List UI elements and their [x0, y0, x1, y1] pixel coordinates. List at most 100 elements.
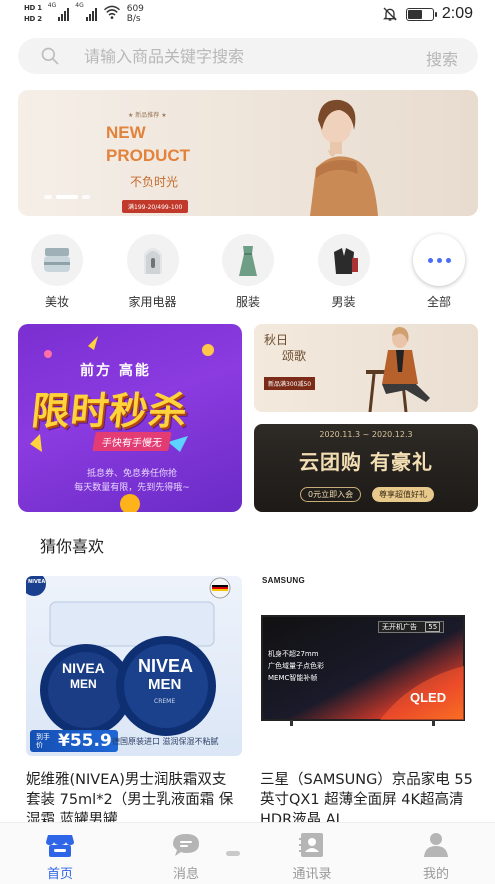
- product-image-nivea[interactable]: NIVEA NIVEA MEN NIVEA MEN CREME 到手价 ¥55.…: [26, 576, 242, 756]
- category-row: 美妆 家用电器 服装 男装 全部: [18, 234, 478, 314]
- banner-dot-active[interactable]: [56, 195, 78, 199]
- sim1-label: HD 1: [24, 4, 42, 12]
- nav-profile[interactable]: 我的: [396, 831, 476, 882]
- group-buy-card[interactable]: 2020.11.3 ~ 2020.12.3 云团购 有豪礼 0元立即入会 尊享超…: [254, 424, 478, 512]
- more-dots-icon: [413, 234, 465, 286]
- nav-contacts[interactable]: 通讯录: [272, 831, 352, 882]
- flash-foot-line2: 每天数量有限，先到先得哦~: [74, 483, 190, 493]
- network-speed: 609 B/s: [127, 4, 144, 24]
- speed-value: 609: [126, 4, 144, 14]
- category-label: 美妆: [44, 295, 69, 309]
- appliance-icon: [126, 234, 179, 286]
- status-bar: HD 1 HD 2 4G 4G 609 B/s 2:09: [0, 0, 495, 30]
- autumn-line2: 颂歌: [282, 349, 307, 363]
- autumn-promo-card[interactable]: 秋日 颂歌 新品满300减50: [254, 324, 478, 412]
- nivea-logo: NIVEA: [28, 579, 46, 585]
- bottom-nav: 首页 消息 通讯录 我的: [0, 822, 495, 884]
- autumn-line1: 秋日: [264, 333, 289, 347]
- flash-title: 限时秒杀: [29, 389, 190, 433]
- category-all[interactable]: 全部: [400, 234, 478, 314]
- section-title-guess-you-like: 猜你喜欢: [40, 537, 105, 556]
- tv-features: 机身不超27mm 广色域量子点色彩 MEMC智能补帧: [268, 648, 324, 684]
- category-label: 家用电器: [128, 295, 177, 309]
- product-image-samsung[interactable]: SAMSUNG 无开机广告 55 机身不超27mm 广色域量子点色彩 MEMC智…: [260, 576, 476, 756]
- category-label: 服装: [235, 295, 260, 309]
- autumn-badge: 新品满300减50: [264, 377, 316, 390]
- search-input[interactable]: [84, 38, 404, 74]
- flash-footnote: 抵息券、免息券任你抢 每天数量有限，先到先得哦~: [62, 467, 202, 495]
- enjoy-gift-button[interactable]: 尊享超值好礼: [372, 487, 434, 502]
- banner-price-tag: 满199-20/499-100: [122, 200, 189, 213]
- category-clothing[interactable]: 服装: [209, 234, 287, 314]
- flash-foot-line1: 抵息券、免息券任你抢: [86, 469, 177, 479]
- banner-pagination: [44, 195, 90, 199]
- tv-feature-1: 机身不超27mm: [268, 650, 319, 658]
- dress-icon: [222, 234, 274, 286]
- category-label: 全部: [426, 295, 451, 309]
- speed-unit: B/s: [126, 14, 141, 24]
- tv-feature-2: 广色域量子点色彩: [268, 662, 324, 670]
- flash-tag: 手快有手慢无: [92, 432, 172, 451]
- banner-dot[interactable]: [44, 195, 52, 199]
- signal-1-icon: 4G: [47, 2, 70, 21]
- banner-text: ★ 新品推荐 ★ NEW PRODUCT 不负时光 满199-20/499-10…: [106, 110, 190, 213]
- banner-dot[interactable]: [82, 195, 90, 199]
- category-appliances[interactable]: 家用电器: [114, 234, 192, 314]
- nivea-tin-brand-right: NIVEA: [138, 656, 194, 676]
- search-icon: [41, 47, 59, 65]
- tv-tag-text: 无开机广告: [382, 623, 417, 631]
- group-buy-date: 2020.11.3 ~ 2020.12.3: [319, 430, 413, 439]
- banner-small-text: ★ 新品推荐 ★: [128, 112, 167, 119]
- tv-no-ad-tag: 无开机广告 55: [378, 621, 445, 633]
- banner-subtitle: 不负时光: [130, 175, 179, 189]
- menswear-icon: [317, 234, 370, 286]
- product-card-nivea[interactable]: NIVEA NIVEA MEN NIVEA MEN CREME 到手价 ¥55.…: [26, 576, 246, 832]
- autumn-title: 秋日 颂歌: [264, 332, 306, 364]
- price-badge: 到手价 ¥55.9: [30, 730, 118, 752]
- hero-banner[interactable]: ★ 新品推荐 ★ NEW PRODUCT 不负时光 满199-20/499-10…: [18, 90, 478, 216]
- search-bar[interactable]: 搜索: [18, 38, 478, 74]
- chat-bubble-icon: [173, 834, 199, 856]
- tv-feature-3: MEMC智能补帧: [268, 674, 318, 682]
- home-store-icon: [46, 835, 74, 857]
- network-1-label: 4G: [47, 2, 57, 9]
- status-left: HD 1 HD 2 4G 4G 609 B/s: [24, 2, 144, 25]
- home-indicator: [226, 851, 240, 856]
- banner-title-2: PRODUCT: [106, 146, 191, 165]
- tv-size: 55: [425, 622, 441, 632]
- clock: 2:09: [441, 5, 473, 22]
- network-2-label: 4G: [75, 2, 84, 9]
- autumn-model-image: [366, 327, 430, 412]
- tv-qled-label: QLED: [410, 690, 447, 705]
- wifi-icon: [103, 5, 120, 19]
- category-cosmetics[interactable]: 美妆: [18, 234, 96, 314]
- nivea-tin-brand-left: NIVEA: [62, 660, 105, 676]
- product-tagline: 德国原装进口 滋润保湿不粘腻: [112, 737, 219, 746]
- cosmetics-jar-icon: [31, 234, 83, 286]
- status-right: 2:09: [382, 5, 473, 23]
- nivea-tin-label: CREME: [154, 698, 176, 705]
- nav-label: 我的: [422, 867, 449, 882]
- group-buy-title: 云团购 有豪礼: [299, 450, 433, 474]
- price-label: 到手价: [36, 733, 50, 749]
- product-card-samsung[interactable]: SAMSUNG 无开机广告 55 机身不超27mm 广色域量子点色彩 MEMC智…: [260, 576, 480, 832]
- flash-sale-card[interactable]: 前方 高能 限时秒杀 手快有手慢无 抵息券、免息券任你抢 每天数量有限，先到先得…: [18, 324, 242, 512]
- search-button[interactable]: 搜索: [426, 46, 458, 70]
- nav-messages[interactable]: 消息: [146, 831, 226, 882]
- nivea-tins-image: [26, 576, 231, 736]
- category-menswear[interactable]: 男装: [305, 234, 383, 314]
- join-member-button[interactable]: 0元立即入会: [300, 487, 362, 502]
- battery-level: [407, 9, 423, 19]
- sim2-label: HD 2: [24, 15, 42, 23]
- bell-muted-icon: [382, 7, 397, 21]
- category-label: 男装: [331, 295, 356, 309]
- nav-label: 首页: [46, 867, 73, 882]
- person-icon: [424, 833, 448, 857]
- banner-model-image: [310, 99, 378, 216]
- contacts-book-icon: [299, 833, 323, 857]
- sim-indicators: HD 1 HD 2: [24, 3, 42, 24]
- banner-title-1: NEW: [106, 123, 146, 142]
- battery-icon: [405, 7, 437, 21]
- signal-2-icon: 4G: [75, 2, 97, 21]
- nav-home[interactable]: 首页: [20, 831, 100, 882]
